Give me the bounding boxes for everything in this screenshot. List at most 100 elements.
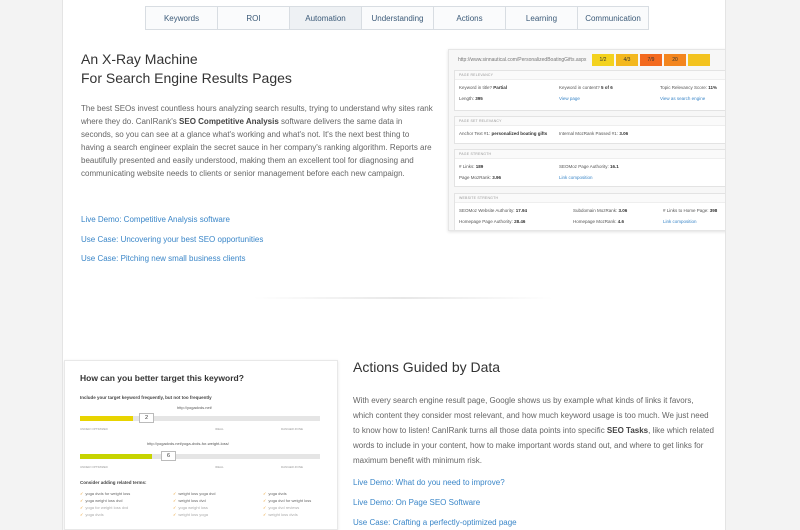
title-line-1: An X-Ray Machine — [81, 51, 198, 67]
link-live-demo-on-page-seo[interactable]: Live Demo: On Page SEO Software — [353, 498, 480, 507]
link-composition-link: Link composition — [663, 219, 697, 224]
link-use-case-seo-opportunities[interactable]: Use Case: Uncovering your best SEO oppor… — [81, 235, 263, 244]
topic-relevancy-score: Topic Relevancy Score: 11% — [660, 85, 717, 90]
links-count: # Links: 189 — [459, 164, 483, 169]
target-url: http://yogadvds.net/yoga-dvds-for-weight… — [147, 441, 229, 446]
internal-mozrank: Internal MozRank Passed #1: 3.06 — [559, 131, 628, 136]
section-description-actions: With every search engine result page, Go… — [353, 393, 715, 468]
length: Length: 395 — [459, 96, 483, 101]
label: Anchor Text #1: — [459, 131, 491, 136]
term-text: yoga for weight loss dvd — [85, 505, 129, 510]
value: personalized boating gifts — [491, 131, 548, 136]
view-page-link: View page — [559, 96, 580, 101]
label: # Links: — [459, 164, 475, 169]
term-text: yoga dvds — [268, 491, 287, 496]
value: Partial — [493, 85, 508, 90]
label: Keyword in content? — [559, 85, 600, 90]
value: 3.96 — [492, 175, 502, 180]
keyword-count: 2 — [139, 413, 154, 423]
desc-text-bold: SEO Competitive Analysis — [179, 117, 279, 126]
tab-keywords[interactable]: Keywords — [146, 7, 218, 29]
report-url: http://www.sinnautical.com/PersonalizedB… — [458, 57, 587, 63]
related-term: ✓ weight loss dvd — [173, 498, 206, 503]
section-description-xray: The best SEOs invest countless hours ana… — [81, 102, 433, 180]
label: Homepage Page Authority: — [459, 219, 513, 224]
tab-actions[interactable]: Actions — [434, 7, 506, 29]
term-text: yoga dvd for weight loss — [268, 498, 312, 503]
term-text: yoga dvds — [85, 512, 104, 517]
page-set-relevancy-panel: PAGE SET RELEVANCY Anchor Text #1: perso… — [454, 116, 725, 144]
link-live-demo-improve[interactable]: Live Demo: What do you need to improve? — [353, 478, 505, 487]
keyword-in-title: Keyword in title? Partial — [459, 85, 507, 90]
title-line-2: For Search Engine Results Pages — [81, 70, 292, 86]
label: # Links to Home Page: — [663, 208, 709, 213]
value: 5 of 6 — [601, 85, 613, 90]
link-use-case-pitching-clients[interactable]: Use Case: Pitching new small business cl… — [81, 254, 246, 263]
website-strength-panel: WEBSITE STRENGTH SEOMoz Website Authorit… — [454, 193, 725, 230]
related-term: ✓ yoga dvds for weight loss — [80, 491, 131, 496]
score-badge: 7/9 — [640, 54, 662, 66]
tab-communication[interactable]: Communication — [578, 7, 648, 29]
view-as-search-engine-link: View as search engine — [660, 96, 706, 101]
tab-understanding[interactable]: Understanding — [362, 7, 434, 29]
tab-learning[interactable]: Learning — [506, 7, 578, 29]
subdomain-mozrank: Subdomain MozRank: 3.06 — [573, 208, 627, 213]
value: 398 — [709, 208, 718, 213]
related-term: ✓ weight loss dvds — [263, 512, 298, 517]
related-term: ✓ yoga dvd for weight loss — [263, 498, 312, 503]
label: Length: — [459, 96, 475, 101]
keyword-targeting-screenshot: How can you better target this keyword? … — [64, 360, 338, 530]
frequency-fill — [80, 416, 133, 421]
zone-danger-label: DANGER ZONE — [281, 465, 304, 469]
section-title-xray: An X-Ray Machine For Search Engine Resul… — [81, 50, 292, 88]
section-title-actions: Actions Guided by Data — [353, 359, 501, 375]
value: 28.46 — [514, 219, 526, 224]
anchor-text: Anchor Text #1: personalized boating gif… — [459, 131, 547, 136]
tab-automation[interactable]: Automation — [290, 7, 362, 29]
main-content-area: Keywords ROI Automation Understanding Ac… — [62, 0, 726, 530]
link-use-case-optimized-page[interactable]: Use Case: Crafting a perfectly-optimized… — [353, 518, 517, 527]
keyword-in-content: Keyword in content? 5 of 6 — [559, 85, 613, 90]
frequency-fill — [80, 454, 152, 459]
value: 17.94 — [515, 208, 527, 213]
competitor-url: http://yogadvds.net/ — [177, 405, 212, 410]
desc-text-end: software delivers the same data in secon… — [81, 117, 432, 178]
related-term: ✓ weight loss yoga — [173, 512, 208, 517]
value: 16.1 — [610, 164, 619, 169]
keyword-frequency-bar — [80, 454, 320, 459]
keyword-frequency-bar — [80, 416, 320, 421]
value: 189 — [475, 164, 484, 169]
value: 3.06 — [618, 208, 628, 213]
link-composition-link: Link composition — [559, 175, 593, 180]
related-term: ✓ yoga weight loss dvd — [80, 498, 123, 503]
term-text: weight loss dvd — [178, 498, 206, 503]
zone-danger-label: DANGER ZONE — [281, 427, 304, 431]
related-terms-label: Consider adding related terms: — [80, 480, 147, 485]
targeting-title: How can you better target this keyword? — [80, 373, 244, 383]
links-to-home: # Links to Home Page: 398 — [663, 208, 717, 213]
zone-ideal-label: IDEAL — [215, 465, 224, 469]
competitive-analysis-screenshot: http://www.sinnautical.com/PersonalizedB… — [448, 49, 725, 231]
term-text: weight loss yoga — [178, 512, 208, 517]
zone-ideal-label: IDEAL — [215, 427, 224, 431]
tab-roi[interactable]: ROI — [218, 7, 290, 29]
label: Internal MozRank Passed #1: — [559, 131, 619, 136]
page-relevancy-panel: PAGE RELEVANCY Keyword in title? Partial… — [454, 70, 725, 111]
score-badge — [688, 54, 710, 66]
zone-under-label: UNDER OPTIMIZED — [80, 427, 108, 431]
value: 3.06 — [619, 131, 629, 136]
term-text: weight loss yoga dvd — [178, 491, 216, 496]
keyword-count: 6 — [161, 451, 176, 461]
term-text: weight loss dvds — [268, 512, 298, 517]
related-term: ✓ yoga dvds — [263, 491, 287, 496]
term-text: yoga dvds for weight loss — [85, 491, 131, 496]
link-live-demo-competitive-analysis[interactable]: Live Demo: Competitive Analysis software — [81, 215, 230, 224]
section-divider — [253, 297, 553, 299]
label: Topic Relevancy Score: — [660, 85, 708, 90]
related-term: ✓ yoga dvds — [80, 512, 104, 517]
term-text: yoga weight loss — [178, 505, 208, 510]
label: Subdomain MozRank: — [573, 208, 618, 213]
label: SEOMoz Page Authority: — [559, 164, 609, 169]
desc-text-bold: SEO Tasks — [606, 426, 649, 435]
term-text: yoga dvd reviews — [268, 505, 300, 510]
